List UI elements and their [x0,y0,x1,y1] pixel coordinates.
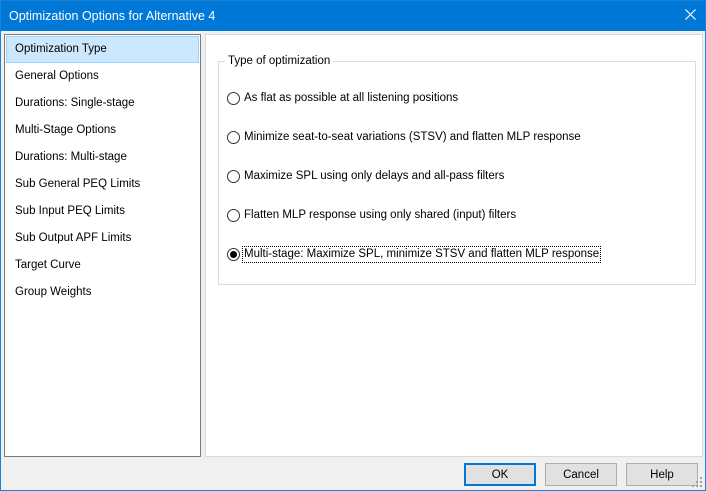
options-category-list: Optimization Type General Options Durati… [4,34,201,457]
radio-option-flat[interactable]: As flat as possible at all listening pos… [227,90,459,107]
radio-option-shared-filters[interactable]: Flatten MLP response using only shared (… [227,207,517,224]
sidebar-item-label: Sub General PEQ Limits [15,178,141,190]
sidebar-item-label: Group Weights [15,286,92,298]
sidebar-item-label: General Options [15,70,99,82]
dialog-window: Optimization Options for Alternative 4 O… [0,0,706,491]
resize-grip-icon[interactable] [691,476,703,488]
radio-label: Multi-stage: Maximize SPL, minimize STSV… [241,246,602,263]
title-bar[interactable]: Optimization Options for Alternative 4 [1,1,705,31]
radio-button[interactable] [227,131,240,144]
sidebar-item-label: Durations: Multi-stage [15,151,127,163]
options-panel: Type of optimization As flat as possible… [205,34,703,457]
sidebar-item-label: Sub Input PEQ Limits [15,205,125,217]
radio-button[interactable] [227,209,240,222]
sidebar-item-durations-single-stage[interactable]: Durations: Single-stage [6,90,199,117]
radio-option-maximize-spl[interactable]: Maximize SPL using only delays and all-p… [227,168,505,185]
optimization-type-group: Type of optimization As flat as possible… [218,55,696,285]
ok-button[interactable]: OK [464,463,536,486]
sidebar-item-label: Sub Output APF Limits [15,232,132,244]
radio-option-minimize-stsv[interactable]: Minimize seat-to-seat variations (STSV) … [227,129,582,146]
cancel-button[interactable]: Cancel [545,463,617,486]
close-icon [684,9,696,23]
sidebar-item-sub-general-peq-limits[interactable]: Sub General PEQ Limits [6,171,199,198]
radio-label: As flat as possible at all listening pos… [244,92,459,104]
sidebar-item-group-weights[interactable]: Group Weights [6,279,199,306]
group-title: Type of optimization [225,55,334,68]
radio-option-multi-stage[interactable]: Multi-stage: Maximize SPL, minimize STSV… [227,246,602,263]
close-button[interactable] [675,1,705,31]
sidebar-item-label: Multi-Stage Options [15,124,116,136]
sidebar-item-durations-multi-stage[interactable]: Durations: Multi-stage [6,144,199,171]
radio-label: Flatten MLP response using only shared (… [244,209,517,221]
radio-button[interactable] [227,170,240,183]
radio-selected-dot [230,251,237,258]
sidebar-item-label: Optimization Type [15,43,107,55]
radio-button[interactable] [227,92,240,105]
sidebar-item-sub-output-apf-limits[interactable]: Sub Output APF Limits [6,225,199,252]
sidebar-item-optimization-type[interactable]: Optimization Type [6,36,199,63]
help-button[interactable]: Help [626,463,698,486]
radio-label: Minimize seat-to-seat variations (STSV) … [244,131,581,143]
radio-button-selected[interactable] [227,248,240,261]
radio-label: Maximize SPL using only delays and all-p… [244,170,505,182]
sidebar-item-label: Durations: Single-stage [15,97,135,109]
window-title: Optimization Options for Alternative 4 [9,9,216,23]
sidebar-item-sub-input-peq-limits[interactable]: Sub Input PEQ Limits [6,198,199,225]
sidebar-item-label: Target Curve [15,259,81,271]
sidebar-item-multi-stage-options[interactable]: Multi-Stage Options [6,117,199,144]
sidebar-item-general-options[interactable]: General Options [6,63,199,90]
sidebar-item-target-curve[interactable]: Target Curve [6,252,199,279]
